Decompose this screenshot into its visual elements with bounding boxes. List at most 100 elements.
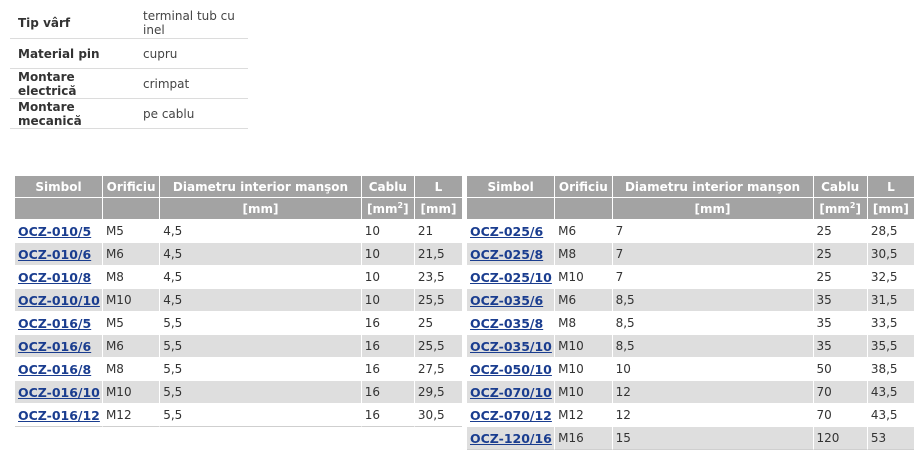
cell-l: 30,5 — [867, 243, 914, 266]
table-row: OCZ-016/6 M6 5,5 16 25,5 — [15, 335, 462, 358]
product-link[interactable]: OCZ-035/6 — [470, 293, 543, 308]
cell-diametru: 12 — [612, 381, 814, 404]
cell-cablu: 10 — [361, 266, 415, 289]
table-row: OCZ-035/8 M8 8,5 35 33,5 — [467, 312, 914, 335]
cell-diametru: 5,5 — [160, 312, 362, 335]
cell-cablu: 10 — [361, 243, 415, 266]
cell-simbol: OCZ-035/6 — [467, 289, 556, 312]
cell-orificiu: M10 — [102, 289, 161, 312]
cell-diametru: 15 — [612, 427, 814, 450]
cell-diametru: 8,5 — [612, 289, 814, 312]
product-link[interactable]: OCZ-025/6 — [470, 224, 543, 239]
product-link[interactable]: OCZ-016/12 — [18, 408, 100, 423]
cell-orificiu: M8 — [555, 312, 613, 335]
header-row: Simbol Orificiu Diametru interior manşon… — [467, 176, 914, 198]
cell-orificiu: M6 — [555, 220, 613, 243]
product-link[interactable]: OCZ-016/8 — [18, 362, 91, 377]
cell-simbol: OCZ-035/8 — [467, 312, 556, 335]
cell-diametru: 4,5 — [160, 266, 362, 289]
unit-l: [mm] — [414, 198, 462, 220]
unit-cablu: [mm2] — [361, 198, 415, 220]
cell-l: 29,5 — [414, 381, 462, 404]
cell-simbol: OCZ-070/10 — [467, 381, 556, 404]
cell-orificiu: M10 — [555, 358, 613, 381]
property-label: Montare electrică — [10, 68, 135, 99]
cell-l: 33,5 — [867, 312, 914, 335]
cell-orificiu: M5 — [102, 312, 161, 335]
product-link[interactable]: OCZ-010/6 — [18, 247, 91, 262]
product-link[interactable]: OCZ-035/10 — [470, 339, 552, 354]
product-link[interactable]: OCZ-070/10 — [470, 385, 552, 400]
cell-orificiu: M8 — [555, 243, 613, 266]
table-row: OCZ-016/8 M8 5,5 16 27,5 — [15, 358, 462, 381]
table-row: OCZ-025/6 M6 7 25 28,5 — [467, 220, 914, 243]
cell-cablu: 10 — [361, 220, 415, 243]
cell-diametru: 7 — [612, 243, 814, 266]
cell-l: 27,5 — [414, 358, 462, 381]
product-link[interactable]: OCZ-010/5 — [18, 224, 91, 239]
cell-diametru: 4,5 — [160, 289, 362, 312]
cell-simbol: OCZ-010/5 — [15, 220, 103, 243]
cell-diametru: 7 — [612, 266, 814, 289]
product-link[interactable]: OCZ-050/10 — [470, 362, 552, 377]
cell-simbol: OCZ-120/16 — [467, 427, 556, 450]
table-row: OCZ-010/8 M8 4,5 10 23,5 — [15, 266, 462, 289]
unit-empty — [102, 198, 161, 220]
product-link[interactable]: OCZ-025/10 — [470, 270, 552, 285]
product-link[interactable]: OCZ-010/10 — [18, 293, 100, 308]
cell-orificiu: M16 — [555, 427, 613, 450]
product-link[interactable]: OCZ-010/8 — [18, 270, 91, 285]
property-row: Montare mecanică pe cablu — [10, 98, 248, 129]
cell-orificiu: M6 — [555, 289, 613, 312]
product-link[interactable]: OCZ-120/16 — [470, 431, 552, 446]
properties-table: Tip vârf terminal tub cu inel Material p… — [10, 8, 248, 129]
cell-diametru: 10 — [612, 358, 814, 381]
cell-orificiu: M10 — [555, 266, 613, 289]
product-link[interactable]: OCZ-035/8 — [470, 316, 543, 331]
cell-cablu: 70 — [813, 404, 868, 427]
cell-l: 53 — [867, 427, 914, 450]
cell-orificiu: M5 — [102, 220, 161, 243]
table-row: OCZ-035/6 M6 8,5 35 31,5 — [467, 289, 914, 312]
property-label: Tip vârf — [10, 8, 135, 39]
unit-empty — [15, 198, 103, 220]
unit-mm2-prefix: [mm — [367, 202, 398, 216]
property-row: Material pin cupru — [10, 38, 248, 69]
cell-cablu: 25 — [813, 243, 868, 266]
cell-cablu: 16 — [361, 381, 415, 404]
property-value: pe cablu — [134, 98, 248, 129]
product-link[interactable]: OCZ-016/5 — [18, 316, 91, 331]
cell-orificiu: M10 — [102, 381, 161, 404]
unit-empty — [467, 198, 556, 220]
cell-cablu: 35 — [813, 312, 868, 335]
cell-cablu: 25 — [813, 266, 868, 289]
product-link[interactable]: OCZ-016/6 — [18, 339, 91, 354]
cell-l: 30,5 — [414, 404, 462, 427]
cell-simbol: OCZ-025/8 — [467, 243, 556, 266]
cell-diametru: 4,5 — [160, 243, 362, 266]
cell-diametru: 5,5 — [160, 381, 362, 404]
cell-cablu: 35 — [813, 335, 868, 358]
table-row: OCZ-025/8 M8 7 25 30,5 — [467, 243, 914, 266]
unit-mm2-suffix: ] — [403, 202, 409, 216]
table-row: OCZ-010/10 M10 4,5 10 25,5 — [15, 289, 462, 312]
cell-cablu: 25 — [813, 220, 868, 243]
cell-simbol: OCZ-070/12 — [467, 404, 556, 427]
product-link[interactable]: OCZ-025/8 — [470, 247, 543, 262]
cell-diametru: 12 — [612, 404, 814, 427]
cell-simbol: OCZ-050/10 — [467, 358, 556, 381]
cell-simbol: OCZ-010/10 — [15, 289, 103, 312]
header-simbol: Simbol — [15, 176, 103, 198]
product-link[interactable]: OCZ-016/10 — [18, 385, 100, 400]
unit-l: [mm] — [867, 198, 914, 220]
cell-l: 23,5 — [414, 266, 462, 289]
property-value: cupru — [134, 38, 248, 69]
unit-diametru: [mm] — [612, 198, 814, 220]
product-link[interactable]: OCZ-070/12 — [470, 408, 552, 423]
cell-l: 32,5 — [867, 266, 914, 289]
table-row: OCZ-016/5 M5 5,5 16 25 — [15, 312, 462, 335]
table-row: OCZ-016/12 M12 5,5 16 30,5 — [15, 404, 462, 427]
cell-l: 43,5 — [867, 381, 914, 404]
property-label: Montare mecanică — [10, 98, 135, 129]
unit-mm2-suffix: ] — [855, 202, 861, 216]
